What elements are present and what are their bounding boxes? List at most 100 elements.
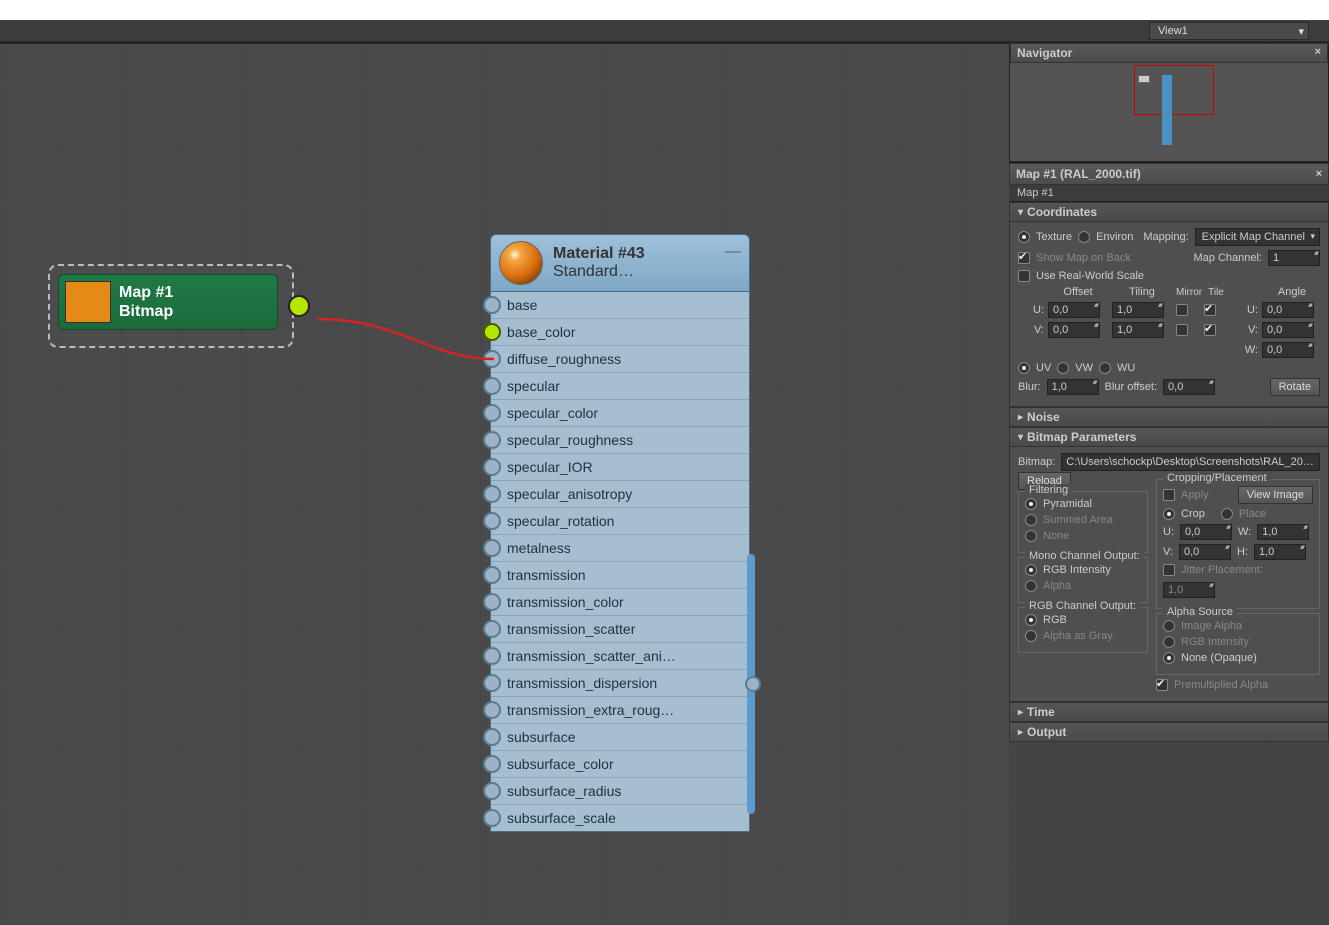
rollout-coordinates-header[interactable]: ▾ Coordinates: [1009, 202, 1329, 222]
radio-pyramidal[interactable]: [1025, 498, 1037, 510]
material-slot[interactable]: subsurface_radius: [491, 778, 749, 805]
radio-wu[interactable]: [1099, 362, 1111, 374]
radio-alpha-none[interactable]: [1163, 652, 1175, 664]
material-slot[interactable]: base_color: [491, 319, 749, 346]
radio-environ[interactable]: [1078, 231, 1090, 243]
map-channel-spinner[interactable]: 1: [1268, 250, 1320, 266]
u-mirror[interactable]: [1176, 304, 1188, 316]
radio-alpha-rgb-int[interactable]: [1163, 636, 1175, 648]
material-slot[interactable]: specular_anisotropy: [491, 481, 749, 508]
rollout-noise-header[interactable]: ▸ Noise: [1009, 407, 1329, 427]
material-slot[interactable]: transmission: [491, 562, 749, 589]
material-slot[interactable]: transmission_color: [491, 589, 749, 616]
material-input-port[interactable]: [483, 458, 501, 476]
radio-vw[interactable]: [1057, 362, 1069, 374]
navigator-viewport[interactable]: [1010, 63, 1328, 161]
material-slot[interactable]: subsurface: [491, 724, 749, 751]
radio-alpha-gray[interactable]: [1025, 630, 1037, 642]
material-input-port[interactable]: [483, 620, 501, 638]
u-tiling[interactable]: 1,0: [1112, 302, 1164, 318]
material-slot[interactable]: transmission_dispersion: [491, 670, 749, 697]
check-real-world-scale[interactable]: [1018, 270, 1030, 282]
material-input-port[interactable]: [483, 566, 501, 584]
material-input-port[interactable]: [483, 782, 501, 800]
v-angle[interactable]: 0,0: [1262, 322, 1314, 338]
w-angle[interactable]: 0,0: [1262, 342, 1314, 358]
material-input-port[interactable]: [483, 377, 501, 395]
blur-spinner[interactable]: 1,0: [1047, 379, 1099, 395]
navigator-close-icon[interactable]: ×: [1315, 46, 1321, 60]
material-input-port[interactable]: [483, 323, 501, 341]
material-input-port[interactable]: [483, 431, 501, 449]
node-bitmap[interactable]: Map #1 Bitmap: [48, 264, 294, 348]
check-show-map-on-back[interactable]: [1018, 252, 1030, 264]
check-jitter[interactable]: [1163, 564, 1175, 576]
radio-summed-area[interactable]: [1025, 514, 1037, 526]
navigator-view-rect[interactable]: [1134, 65, 1214, 115]
crop-w[interactable]: 1,0: [1257, 524, 1309, 540]
material-slot[interactable]: specular: [491, 373, 749, 400]
material-output-port[interactable]: [745, 676, 761, 692]
material-input-port[interactable]: [483, 512, 501, 530]
material-input-port[interactable]: [483, 809, 501, 827]
material-slot[interactable]: specular_color: [491, 400, 749, 427]
crop-v[interactable]: 0,0: [1179, 544, 1231, 560]
radio-none[interactable]: [1025, 530, 1037, 542]
u-angle[interactable]: 0,0: [1262, 302, 1314, 318]
check-premult[interactable]: [1156, 679, 1168, 691]
material-slot[interactable]: metalness: [491, 535, 749, 562]
collapse-icon[interactable]: —: [725, 243, 741, 261]
material-header[interactable]: Material #43 Standard… —: [490, 234, 750, 292]
u-offset[interactable]: 0,0: [1048, 302, 1100, 318]
radio-mono-rgb-int[interactable]: [1025, 564, 1037, 576]
material-input-port[interactable]: [483, 728, 501, 746]
node-material[interactable]: Material #43 Standard… — basebase_colord…: [490, 234, 750, 832]
material-editor-canvas[interactable]: Map #1 Bitmap Material #43 Standard… — b…: [0, 42, 1009, 925]
rollout-time-header[interactable]: ▸ Time: [1009, 702, 1329, 722]
material-input-port[interactable]: [483, 674, 501, 692]
blur-offset-spinner[interactable]: 0,0: [1163, 379, 1215, 395]
param-close-icon[interactable]: ×: [1316, 168, 1322, 180]
mapping-select[interactable]: Explicit Map Channel: [1195, 228, 1320, 246]
material-slot[interactable]: specular_rotation: [491, 508, 749, 535]
v-tile[interactable]: [1204, 324, 1216, 336]
radio-crop[interactable]: [1163, 508, 1175, 520]
material-slot[interactable]: specular_roughness: [491, 427, 749, 454]
material-input-port[interactable]: [483, 350, 501, 368]
material-slot[interactable]: base: [491, 292, 749, 319]
u-tile[interactable]: [1204, 304, 1216, 316]
radio-image-alpha[interactable]: [1163, 620, 1175, 632]
rollout-output-header[interactable]: ▸ Output: [1009, 722, 1329, 742]
radio-rgb-rgb[interactable]: [1025, 614, 1037, 626]
material-input-port[interactable]: [483, 485, 501, 503]
radio-mono-alpha[interactable]: [1025, 580, 1037, 592]
v-tiling[interactable]: 1,0: [1112, 322, 1164, 338]
view-dropdown[interactable]: View1: [1149, 22, 1309, 40]
bitmap-output-port[interactable]: [288, 295, 310, 317]
bitmap-path-field[interactable]: C:\Users\schockp\Desktop\Screenshots\RAL…: [1061, 453, 1320, 471]
material-input-port[interactable]: [483, 593, 501, 611]
material-slot[interactable]: transmission_extra_roug…: [491, 697, 749, 724]
material-slot[interactable]: subsurface_scale: [491, 805, 749, 831]
material-input-port[interactable]: [483, 647, 501, 665]
material-input-port[interactable]: [483, 296, 501, 314]
rollout-bitmap-params-header[interactable]: ▾ Bitmap Parameters: [1009, 427, 1329, 447]
material-slot[interactable]: transmission_scatter_ani…: [491, 643, 749, 670]
radio-place[interactable]: [1221, 508, 1233, 520]
material-input-port[interactable]: [483, 701, 501, 719]
material-input-port[interactable]: [483, 755, 501, 773]
material-input-port[interactable]: [483, 539, 501, 557]
crop-h[interactable]: 1,0: [1254, 544, 1306, 560]
v-mirror[interactable]: [1176, 324, 1188, 336]
material-slot[interactable]: transmission_scatter: [491, 616, 749, 643]
rotate-button[interactable]: Rotate: [1270, 378, 1320, 396]
view-image-button[interactable]: View Image: [1238, 486, 1313, 504]
material-input-port[interactable]: [483, 404, 501, 422]
radio-texture[interactable]: [1018, 231, 1030, 243]
v-offset[interactable]: 0,0: [1048, 322, 1100, 338]
material-slot[interactable]: diffuse_roughness: [491, 346, 749, 373]
jitter-spinner[interactable]: 1,0: [1163, 582, 1215, 598]
check-apply[interactable]: [1163, 489, 1175, 501]
material-slot[interactable]: specular_IOR: [491, 454, 749, 481]
crop-u[interactable]: 0,0: [1180, 524, 1232, 540]
